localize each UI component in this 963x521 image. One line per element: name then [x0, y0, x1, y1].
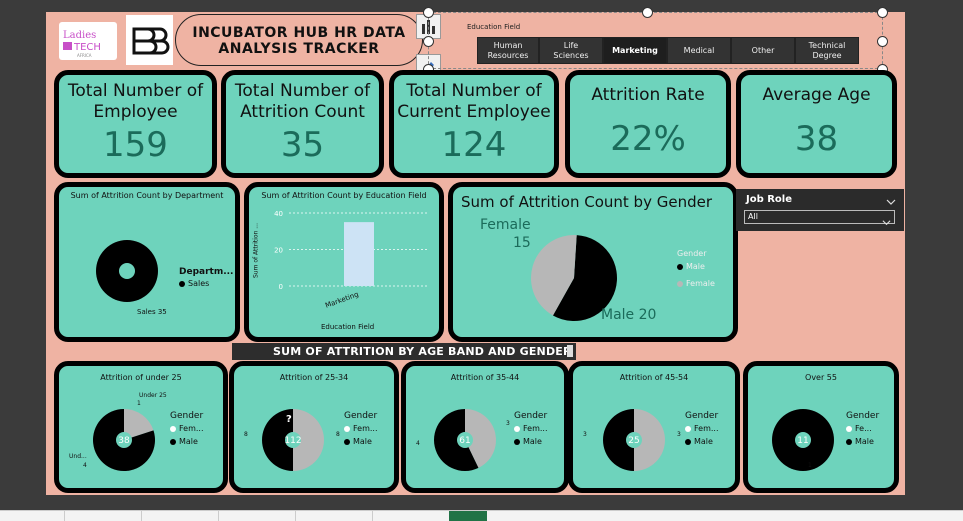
- age-35-44-card: Attrition of 35-44 61 4 3 Gender Fem... …: [401, 361, 569, 493]
- education-option-medical[interactable]: Medical: [667, 37, 731, 64]
- kpi-total-employee: Total Number of Employee 159: [54, 70, 217, 178]
- age-over-55-card: Over 55 11 1 Gender Fe... Male: [743, 361, 899, 493]
- legend-title: Gender: [514, 411, 548, 421]
- y-tick-label: 20: [274, 247, 283, 255]
- top-marker: ?: [286, 414, 292, 425]
- male-value: 4: [83, 462, 87, 469]
- legend-item-female: Fe...: [846, 424, 872, 433]
- department-chart-card: Sum of Attrition Count by Department Sal…: [54, 182, 240, 342]
- scrollbar-thumb[interactable]: [567, 345, 573, 357]
- kpi-average-age: Average Age 38: [736, 70, 897, 178]
- ladies-in-tech-logo: Ladies TECH AFRICA: [59, 22, 117, 60]
- female-value: 3: [677, 431, 681, 438]
- legend-title: Gender: [170, 411, 204, 421]
- female-label: Under 25: [139, 392, 167, 399]
- education-option-life-sciences[interactable]: Life Sciences: [539, 37, 603, 64]
- legend-item-male: Male: [170, 437, 198, 446]
- center-label: 11: [797, 436, 808, 446]
- education-bar-chart: 0 20 40 Marketing: [274, 210, 429, 310]
- resize-handle[interactable]: [877, 36, 888, 47]
- slicer-title: Education Field: [467, 23, 521, 31]
- legend-item-female: Fem...: [685, 424, 719, 433]
- male-data-label: Male 20: [601, 307, 657, 323]
- legend-item-female: Female: [677, 279, 715, 288]
- report-canvas: Ladies TECH AFRICA INCUBATOR HUB HR DATA…: [46, 7, 905, 495]
- resize-handle[interactable]: [877, 7, 888, 18]
- education-option-other[interactable]: Other: [731, 37, 795, 64]
- sheet-tab-bar: [0, 510, 963, 521]
- y-tick-label: 0: [279, 283, 283, 291]
- legend-item-female: Fem...: [344, 424, 378, 433]
- kpi-current-employee: Total Number of Current Employee 124: [389, 70, 559, 178]
- male-label: Und...: [69, 453, 87, 460]
- legend-item-male: Male: [344, 437, 372, 446]
- female-data-label: Female: [480, 217, 531, 233]
- bar-marketing: [344, 222, 374, 286]
- slicer-title: Job Role: [746, 194, 793, 205]
- education-option-hr[interactable]: Human Resources: [477, 37, 539, 64]
- x-axis-label: Education Field: [321, 323, 375, 331]
- legend-title: Gender: [677, 249, 707, 258]
- svg-text:TECH: TECH: [73, 42, 101, 53]
- resize-handle[interactable]: [642, 7, 653, 18]
- male-value: 3: [583, 431, 587, 438]
- legend-title: Departm...: [179, 267, 234, 277]
- legend-item-male: Male: [846, 437, 874, 446]
- svg-text:Ladies: Ladies: [63, 30, 96, 41]
- page-title-line2: ANALYSIS TRACKER: [218, 41, 380, 57]
- chevron-down-icon: [882, 212, 891, 231]
- center-label: 38: [118, 436, 130, 446]
- job-role-dropdown[interactable]: All: [744, 210, 895, 226]
- legend-item-male: Male: [685, 437, 713, 446]
- legend-title: Gender: [846, 411, 880, 421]
- kpi-attrition-rate: Attrition Rate 22%: [565, 70, 731, 178]
- legend-item-female: Fem...: [514, 424, 548, 433]
- legend-item-male: Male: [677, 262, 705, 271]
- data-label: Sales 35: [137, 308, 167, 316]
- female-data-value: 15: [513, 235, 531, 251]
- gender-chart-card: Sum of Attrition Count by Gender Female …: [448, 182, 738, 342]
- age-45-54-card: Attrition of 45-54 25 3 3 Gender Fem... …: [568, 361, 740, 493]
- resize-handle[interactable]: [423, 36, 434, 47]
- center-label: 61: [459, 436, 470, 446]
- male-value: 4: [416, 440, 420, 447]
- age-over-55-pie: 11: [772, 409, 834, 471]
- female-value: 8: [336, 431, 340, 438]
- y-axis-label: Sum of Attrition ...: [252, 223, 260, 279]
- page-title-line1: INCUBATOR HUB HR DATA: [192, 25, 406, 41]
- female-value: 1: [137, 400, 141, 407]
- male-value: 1: [808, 462, 812, 469]
- kpi-attrition-count: Total Number of Attrition Count 35: [221, 70, 384, 178]
- legend-item-female: Fem...: [170, 424, 204, 433]
- legend-item: Sales: [179, 279, 209, 288]
- male-value: 8: [244, 431, 248, 438]
- education-bar-chart-card: Sum of Attrition Count by Education Fiel…: [244, 182, 444, 342]
- legend-item-male: Male: [514, 437, 542, 446]
- pie-hole: [119, 263, 135, 279]
- resize-handle[interactable]: [423, 7, 434, 18]
- title-banner: INCUBATOR HUB HR DATA ANALYSIS TRACKER: [175, 14, 423, 66]
- job-role-slicer: Job Role All: [736, 189, 904, 231]
- education-option-technical-degree[interactable]: Technical Degree: [795, 37, 859, 64]
- svg-text:AFRICA: AFRICA: [77, 53, 92, 58]
- y-tick-label: 40: [274, 210, 283, 218]
- female-value: 3: [506, 420, 510, 427]
- bb-logo: [126, 15, 173, 65]
- legend-title: Gender: [344, 411, 378, 421]
- education-field-slicer: Education Field Human Resources Life Sci…: [423, 7, 888, 75]
- center-label: 25: [628, 436, 639, 446]
- chevron-down-icon[interactable]: [886, 192, 896, 211]
- x-tick-label: Marketing: [324, 290, 360, 309]
- education-option-marketing[interactable]: Marketing: [603, 37, 667, 64]
- center-label: 112: [284, 436, 301, 446]
- legend-title: Gender: [685, 411, 719, 421]
- age-band-header: SUM OF ATTRITION BY AGE BAND AND GENDER: [232, 343, 576, 360]
- age-under-25-card: Attrition of under 25 38 Under 25 1 Und.…: [54, 361, 228, 493]
- age-25-34-card: Attrition of 25-34 112 8 8 ? Gender Fem.…: [229, 361, 399, 493]
